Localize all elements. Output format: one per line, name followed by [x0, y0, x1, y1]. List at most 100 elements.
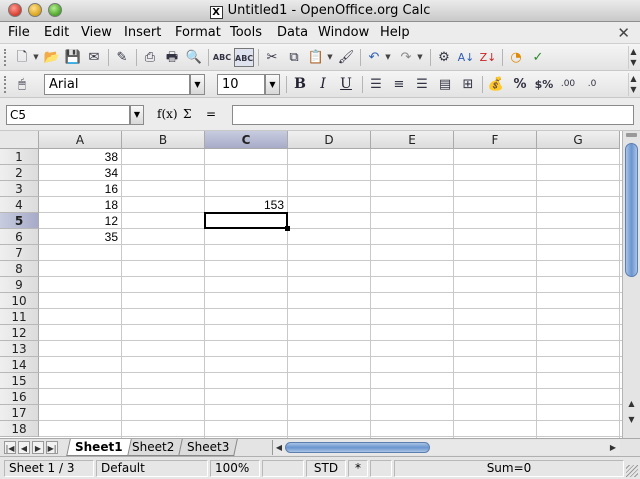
- add-decimal-icon[interactable]: .00: [558, 75, 578, 94]
- menu-window[interactable]: Window: [318, 25, 369, 40]
- column-header-e[interactable]: E: [371, 131, 454, 149]
- toolbar-grip[interactable]: [4, 76, 8, 93]
- new-document-icon[interactable]: 🗋: [12, 48, 32, 67]
- formula-input[interactable]: [232, 105, 634, 125]
- delete-decimal-icon[interactable]: .0: [582, 75, 602, 94]
- select-all-corner[interactable]: [0, 131, 39, 149]
- menu-file[interactable]: File: [8, 25, 30, 40]
- bold-button[interactable]: B: [290, 75, 310, 94]
- font-name-dropdown-icon[interactable]: ▼: [190, 74, 205, 95]
- italic-button[interactable]: I: [313, 75, 333, 94]
- spreadsheet-grid[interactable]: A B C D E F G 1 2 3 4 5 6 7 8 9 10 11 12 13 14 15 16 17 18 38 34 16…: [0, 131, 622, 438]
- align-center-icon[interactable]: ≡: [389, 75, 409, 94]
- navigator-icon[interactable]: ⚙: [434, 48, 454, 67]
- save-icon[interactable]: 💾: [63, 48, 83, 67]
- sheet-tab-sheet2[interactable]: Sheet2: [123, 439, 184, 456]
- menu-tools[interactable]: Tools: [230, 25, 262, 40]
- open-folder-icon[interactable]: 📂: [42, 48, 62, 67]
- scroll-up-icon[interactable]: ▲: [625, 397, 638, 410]
- prev-sheet-icon[interactable]: ◀: [18, 441, 30, 454]
- row-header-6[interactable]: 6: [0, 229, 39, 245]
- chart-icon[interactable]: ◔: [506, 48, 526, 67]
- sheet-tab-sheet1[interactable]: Sheet1: [66, 439, 132, 456]
- cell-a1[interactable]: 38: [39, 149, 121, 165]
- resize-grip-icon[interactable]: [626, 465, 638, 477]
- column-header-c[interactable]: C: [205, 131, 288, 149]
- row-header-5[interactable]: 5: [0, 213, 39, 229]
- draw-functions-icon[interactable]: ✓: [528, 48, 548, 67]
- horizontal-scrollbar[interactable]: ◀ ▶: [272, 440, 620, 455]
- name-box-dropdown-icon[interactable]: ▼: [130, 105, 144, 125]
- autospellcheck-icon[interactable]: ABC: [234, 48, 254, 67]
- styles-formatting-icon[interactable]: 🖱: [12, 75, 32, 94]
- status-page-style[interactable]: Default: [96, 460, 208, 477]
- align-right-icon[interactable]: ☰: [412, 75, 432, 94]
- font-size-field[interactable]: 10: [217, 74, 265, 95]
- vertical-split-handle[interactable]: [626, 133, 637, 137]
- toolbar-grip[interactable]: [4, 49, 8, 66]
- copy-icon[interactable]: ⧉: [284, 48, 304, 67]
- row-header-14[interactable]: 14: [0, 357, 39, 373]
- toolbar-overflow-icon[interactable]: ▲ ▼: [628, 73, 638, 96]
- close-document-icon[interactable]: ✕: [617, 24, 630, 42]
- sort-ascending-icon[interactable]: A↓: [456, 48, 476, 67]
- menu-view[interactable]: View: [81, 25, 112, 40]
- row-header-9[interactable]: 9: [0, 277, 39, 293]
- row-header-13[interactable]: 13: [0, 341, 39, 357]
- cell-a3[interactable]: 16: [39, 181, 121, 197]
- undo-icon[interactable]: ↶: [364, 48, 384, 67]
- row-header-17[interactable]: 17: [0, 405, 39, 421]
- redo-icon[interactable]: ↷: [396, 48, 416, 67]
- cell-a6[interactable]: 35: [39, 229, 121, 245]
- function-wizard-button[interactable]: f(x): [157, 107, 178, 121]
- cell-c4[interactable]: 153: [205, 197, 287, 213]
- status-sum[interactable]: Sum=0: [394, 460, 624, 477]
- active-cell-cursor[interactable]: [204, 212, 288, 229]
- menu-data[interactable]: Data: [277, 25, 308, 40]
- row-header-7[interactable]: 7: [0, 245, 39, 261]
- justify-icon[interactable]: ▤: [435, 75, 455, 94]
- row-header-8[interactable]: 8: [0, 261, 39, 277]
- cut-icon[interactable]: ✂: [262, 48, 282, 67]
- menu-insert[interactable]: Insert: [124, 25, 161, 40]
- status-selection-mode[interactable]: STD: [306, 460, 346, 477]
- cell-a5[interactable]: 12: [39, 213, 121, 229]
- paste-icon[interactable]: 📋: [306, 48, 326, 67]
- currency-format-icon[interactable]: 💰: [486, 75, 506, 94]
- menu-format[interactable]: Format: [175, 25, 221, 40]
- column-header-g[interactable]: G: [537, 131, 620, 149]
- standard-format-icon[interactable]: $%: [534, 75, 554, 94]
- next-sheet-icon[interactable]: ▶: [32, 441, 44, 454]
- menu-edit[interactable]: Edit: [44, 25, 69, 40]
- first-sheet-icon[interactable]: |◀: [4, 441, 16, 454]
- name-box[interactable]: C5: [6, 105, 130, 125]
- menu-help[interactable]: Help: [380, 25, 410, 40]
- row-header-12[interactable]: 12: [0, 325, 39, 341]
- vertical-scroll-thumb[interactable]: [625, 143, 638, 277]
- cell-a2[interactable]: 34: [39, 165, 121, 181]
- scroll-left-icon[interactable]: ◀: [273, 442, 285, 454]
- export-pdf-icon[interactable]: ⎙: [140, 48, 160, 67]
- row-header-18[interactable]: 18: [0, 421, 39, 437]
- sort-descending-icon[interactable]: Z↓: [478, 48, 498, 67]
- email-icon[interactable]: ✉: [84, 48, 104, 67]
- row-header-2[interactable]: 2: [0, 165, 39, 181]
- toolbar-overflow-icon[interactable]: ▲ ▼: [628, 46, 638, 69]
- vertical-scrollbar[interactable]: ▲ ▼: [622, 131, 640, 438]
- format-paintbrush-icon[interactable]: 🖌: [336, 48, 356, 67]
- underline-button[interactable]: U: [336, 75, 356, 94]
- function-button[interactable]: =: [206, 107, 216, 121]
- row-header-11[interactable]: 11: [0, 309, 39, 325]
- align-left-icon[interactable]: ☰: [366, 75, 386, 94]
- row-header-15[interactable]: 15: [0, 373, 39, 389]
- row-header-16[interactable]: 16: [0, 389, 39, 405]
- row-header-3[interactable]: 3: [0, 181, 39, 197]
- scroll-right-icon[interactable]: ▶: [607, 442, 619, 454]
- undo-dropdown-icon[interactable]: ▼: [384, 48, 392, 67]
- new-dropdown-icon[interactable]: ▼: [32, 48, 40, 67]
- sum-button[interactable]: Σ: [183, 107, 191, 121]
- edit-file-icon[interactable]: ✎: [112, 48, 132, 67]
- sheet-tab-sheet3[interactable]: Sheet3: [178, 439, 239, 456]
- spellcheck-icon[interactable]: ABC: [212, 48, 232, 67]
- status-zoom[interactable]: 100%: [210, 460, 260, 477]
